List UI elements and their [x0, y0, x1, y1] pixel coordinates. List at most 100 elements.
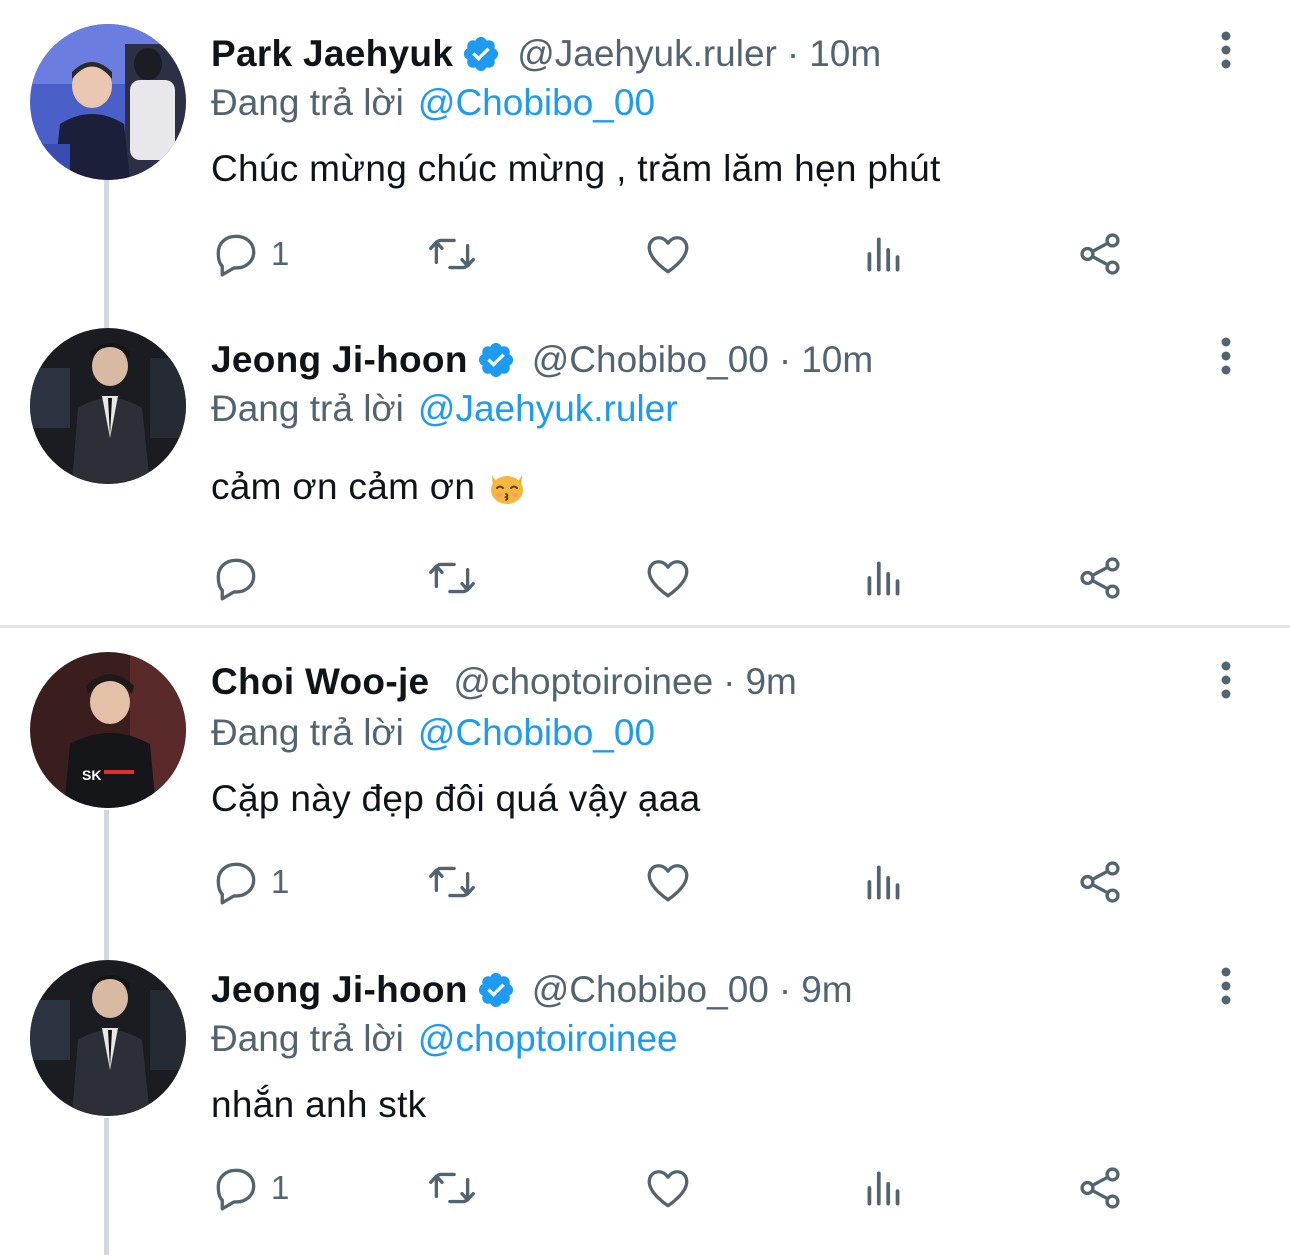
- timestamp[interactable]: 9m: [745, 661, 796, 703]
- reply-mention-link[interactable]: @Chobibo_00: [418, 82, 655, 124]
- separator: ·: [778, 969, 792, 1010]
- views-button[interactable]: [859, 1160, 909, 1216]
- verified-badge-icon: [476, 340, 516, 380]
- reply-icon: [216, 558, 256, 601]
- timestamp[interactable]: 10m: [809, 33, 881, 75]
- views-icon: [867, 1171, 900, 1206]
- user-name[interactable]: Jeong Ji-hoon: [211, 339, 468, 381]
- avatar-photo: SK: [30, 652, 186, 808]
- tweet-text-content: nhắn anh stk: [211, 1084, 427, 1125]
- views-icon: [867, 561, 900, 596]
- tweet-text: nhắn anh stk: [211, 1078, 426, 1132]
- retweet-button[interactable]: [427, 854, 477, 910]
- user-handle[interactable]: @Chobibo_00: [532, 969, 769, 1011]
- retweet-icon: [429, 1172, 475, 1204]
- avatar[interactable]: [30, 24, 186, 180]
- replying-to-label: Đang trả lời: [211, 1018, 404, 1059]
- replying-to: Đang trả lời @Chobibo_00: [211, 78, 655, 128]
- reply-mention-link[interactable]: @Jaehyuk.ruler: [418, 388, 678, 430]
- user-name[interactable]: Choi Woo-je: [211, 661, 429, 703]
- share-icon: [1080, 1167, 1120, 1209]
- user-name[interactable]: Jeong Ji-hoon: [211, 969, 468, 1011]
- more-icon[interactable]: [1206, 660, 1246, 700]
- views-button[interactable]: [859, 854, 909, 910]
- like-icon: [647, 864, 689, 902]
- avatar[interactable]: [30, 328, 186, 484]
- tweet[interactable]: Jeong Ji-hoon @Chobibo_00 · 10m Đang trả…: [0, 328, 1290, 624]
- tweet-text: Cặp này đẹp đôi quá vậy ạaa: [211, 772, 700, 826]
- separator: ·: [778, 339, 792, 380]
- replying-to-label: Đang trả lời: [211, 82, 404, 123]
- user-handle[interactable]: @Chobibo_00: [532, 339, 769, 381]
- share-button[interactable]: [1075, 226, 1125, 282]
- retweet-button[interactable]: [427, 550, 477, 606]
- views-button[interactable]: [859, 226, 909, 282]
- avatar[interactable]: [30, 960, 186, 1116]
- reply-button[interactable]: 1: [211, 226, 289, 282]
- svg-text:SK: SK: [82, 767, 101, 783]
- tweet-actions: [211, 550, 1211, 606]
- user-handle[interactable]: @Jaehyuk.ruler: [517, 33, 777, 75]
- more-icon[interactable]: [1206, 966, 1246, 1006]
- tweet-actions: 1: [211, 226, 1211, 282]
- avatar-photo: [30, 960, 186, 1116]
- separator: ·: [786, 33, 800, 74]
- like-icon: [647, 560, 689, 598]
- more-icon[interactable]: [1206, 30, 1246, 70]
- replying-to-label: Đang trả lời: [211, 388, 404, 429]
- tweet[interactable]: SK Choi Woo-je @choptoiroinee · 9m Đang …: [0, 652, 1290, 952]
- reply-icon: [216, 234, 256, 277]
- reply-button[interactable]: 1: [211, 1160, 289, 1216]
- like-button[interactable]: [643, 1160, 693, 1216]
- avatar-photo: [30, 328, 186, 484]
- user-handle[interactable]: @choptoiroinee: [453, 661, 713, 703]
- share-button[interactable]: [1075, 1160, 1125, 1216]
- tweet-text-content: Cặp này đẹp đôi quá vậy ạaa: [211, 778, 701, 819]
- verified-badge-icon: [476, 970, 516, 1010]
- like-button[interactable]: [643, 854, 693, 910]
- retweet-icon: [429, 238, 475, 270]
- tweet-text-content: Chúc mừng chúc mừng , trăm lăm hẹn phút: [211, 148, 941, 189]
- timestamp[interactable]: 10m: [801, 339, 873, 381]
- tweet-text-content: cảm ơn cảm ơn: [211, 466, 476, 507]
- share-button[interactable]: [1075, 854, 1125, 910]
- like-icon: [647, 1170, 689, 1208]
- retweet-icon: [429, 562, 475, 594]
- more-icon[interactable]: [1206, 336, 1246, 376]
- share-icon: [1080, 233, 1120, 275]
- verified-badge-icon: [461, 34, 501, 74]
- views-button[interactable]: [859, 550, 909, 606]
- retweet-button[interactable]: [427, 1160, 477, 1216]
- tweet-text: cảm ơn cảm ơn: [211, 460, 527, 514]
- user-name[interactable]: Park Jaehyuk: [211, 33, 453, 75]
- reply-button[interactable]: [211, 550, 271, 606]
- separator: ·: [723, 661, 736, 702]
- tweet[interactable]: Park Jaehyuk @Jaehyuk.ruler · 10m Đang t…: [0, 0, 1290, 320]
- conversation-divider: [0, 625, 1290, 628]
- reply-icon: [216, 862, 256, 905]
- like-button[interactable]: [643, 226, 693, 282]
- tweet-actions: 1: [211, 1160, 1211, 1216]
- like-button[interactable]: [643, 550, 693, 606]
- reply-icon: [216, 1168, 256, 1211]
- views-icon: [867, 237, 900, 272]
- avatar[interactable]: SK: [30, 652, 186, 808]
- timestamp[interactable]: 9m: [801, 969, 852, 1011]
- replying-to: Đang trả lời @choptoiroinee: [211, 1014, 678, 1064]
- reply-count: 1: [271, 1169, 290, 1206]
- kissing-cat-emoji: [487, 467, 527, 507]
- share-button[interactable]: [1075, 550, 1125, 606]
- retweet-button[interactable]: [427, 226, 477, 282]
- share-icon: [1080, 861, 1120, 903]
- reply-mention-link[interactable]: @choptoiroinee: [418, 1018, 678, 1060]
- share-icon: [1080, 557, 1120, 599]
- tweet-actions: 1: [211, 854, 1211, 910]
- tweet[interactable]: Jeong Ji-hoon @Chobibo_00 · 9m Đang trả …: [0, 960, 1290, 1255]
- reply-count: 1: [271, 863, 290, 900]
- reply-button[interactable]: 1: [211, 854, 289, 910]
- reply-mention-link[interactable]: @Chobibo_00: [418, 712, 655, 754]
- avatar-photo: [30, 24, 186, 180]
- replying-to: Đang trả lời @Jaehyuk.ruler: [211, 384, 678, 434]
- like-icon: [647, 236, 689, 274]
- retweet-icon: [429, 866, 475, 898]
